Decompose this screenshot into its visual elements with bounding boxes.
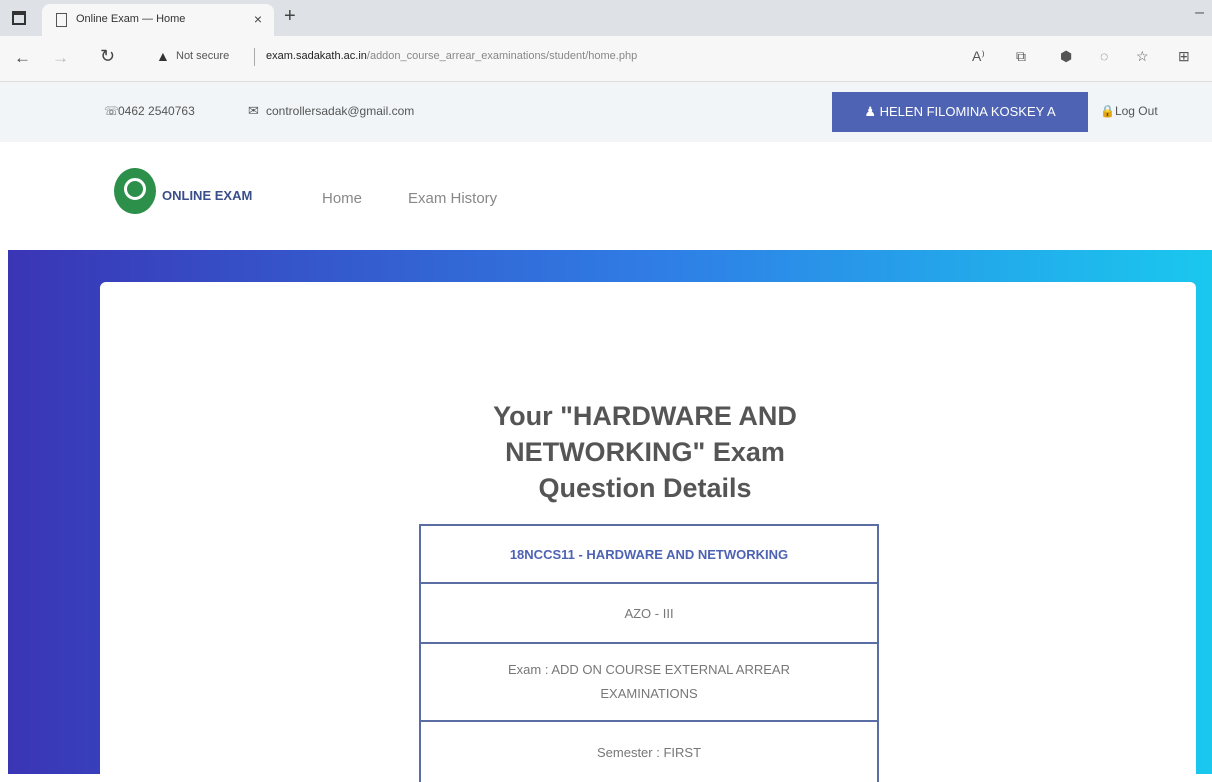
user-name: HELEN FILOMINA KOSKEY A (879, 104, 1056, 119)
tab-title: Online Exam — Home (76, 13, 186, 25)
url-path: /addon_course_arrear_examinations/studen… (366, 50, 638, 62)
lock-icon: 🔒 (1100, 104, 1115, 118)
class-row: AZO - III (421, 584, 877, 644)
extension-icon[interactable]: ◌ (1100, 48, 1108, 64)
warning-icon[interactable]: ▲ (156, 48, 170, 64)
url-host: exam.sadakath.ac.in (266, 50, 367, 62)
contact-email[interactable]: controllersadak@gmail.com (266, 104, 414, 118)
semester-row: Semester : FIRST (596, 744, 702, 760)
hero-section: Your "HARDWARE AND NETWORKING" Exam Ques… (8, 250, 1212, 782)
window-menu-icon[interactable] (12, 11, 26, 25)
url-field[interactable]: exam.sadakath.ac.in/addon_course_arrear_… (266, 50, 637, 62)
user-profile-button[interactable]: ♟ HELEN FILOMINA KOSKEY A (832, 92, 1088, 132)
address-bar: ← → ↻ ▲ Not secure exam.sadakath.ac.in/a… (0, 36, 1212, 82)
browser-tab-bar: Online Exam — Home × + – (0, 0, 1212, 36)
nav-home-link[interactable]: Home (322, 190, 362, 207)
minimize-button[interactable]: – (1195, 4, 1204, 22)
new-tab-button[interactable]: + (284, 5, 296, 28)
exam-heading: Your "HARDWARE AND NETWORKING" Exam Ques… (493, 401, 797, 503)
exam-name-row: Exam : ADD ON COURSE EXTERNAL ARREAR EXA… (421, 644, 877, 722)
nav-exam-history-link[interactable]: Exam History (408, 190, 497, 207)
extension-shield-icon[interactable]: ⬢ (1060, 48, 1072, 65)
logout-link[interactable]: 🔒Log Out (1100, 104, 1158, 118)
contact-strip: ☏ 0462 2540763 ✉ controllersadak@gmail.c… (0, 82, 1212, 142)
page-icon (56, 13, 67, 27)
not-secure-label[interactable]: Not secure (176, 50, 229, 62)
read-aloud-icon[interactable]: A⁾ (972, 48, 985, 65)
exam-card: Your "HARDWARE AND NETWORKING" Exam Ques… (100, 282, 1196, 782)
collections-icon[interactable]: ⊞ (1178, 48, 1190, 65)
site-header: ONLINE EXAM Home Exam History (0, 142, 1212, 250)
reload-icon[interactable]: ↻ (100, 46, 115, 67)
exam-details-table: 18NCCS11 - HARDWARE AND NETWORKING AZO -… (419, 524, 879, 782)
logout-label: Log Out (1114, 104, 1158, 118)
forward-arrow-icon[interactable]: → (52, 48, 69, 68)
favorites-icon[interactable]: ☆ (1136, 48, 1149, 65)
logo-emblem (124, 178, 146, 200)
address-separator (254, 48, 255, 66)
contact-phone: 0462 2540763 (118, 104, 195, 118)
mail-icon: ✉ (248, 103, 259, 118)
phone-icon: ☏ (104, 104, 120, 118)
browser-tab[interactable]: Online Exam — Home × (42, 4, 274, 36)
user-icon: ♟ (864, 104, 880, 119)
close-tab-icon[interactable]: × (254, 11, 262, 27)
app-available-icon[interactable]: ⧉ (1016, 48, 1026, 65)
site-logo[interactable] (114, 168, 156, 214)
brand-name[interactable]: ONLINE EXAM (162, 188, 252, 203)
back-arrow-icon[interactable]: ← (14, 48, 31, 68)
course-row: 18NCCS11 - HARDWARE AND NETWORKING (421, 526, 877, 584)
